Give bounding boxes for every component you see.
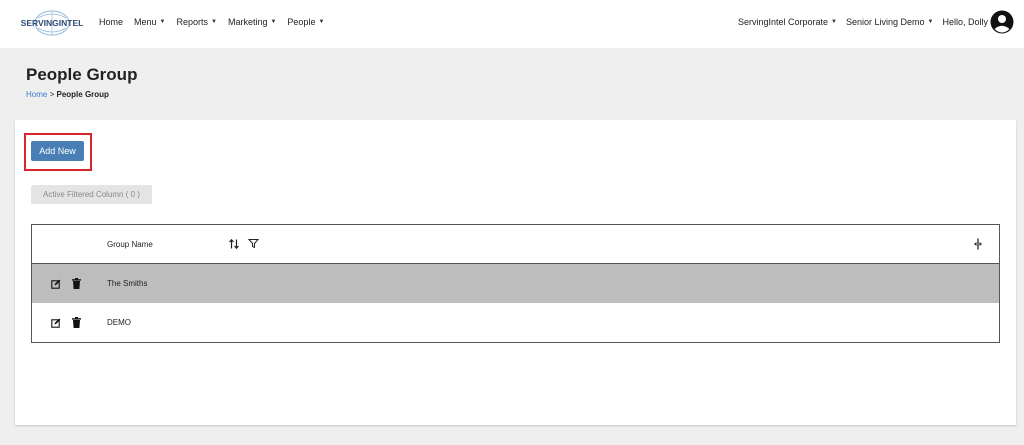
table-row[interactable]: The Smiths bbox=[32, 264, 999, 303]
nav-marketing[interactable]: Marketing ▼ bbox=[228, 17, 276, 27]
org-selector-label: ServingIntel Corporate bbox=[737, 17, 829, 27]
add-new-button[interactable]: Add New bbox=[31, 141, 84, 161]
nav-marketing-label: Marketing bbox=[227, 17, 268, 27]
chevron-down-icon: ▼ bbox=[211, 19, 217, 25]
column-header-group-name[interactable]: Group Name bbox=[107, 240, 153, 249]
column-resize-icon[interactable] bbox=[972, 238, 984, 250]
account-nav: ServingIntel Corporate ▼ Senior Living De… bbox=[738, 17, 988, 27]
sort-icon[interactable] bbox=[228, 238, 240, 250]
edit-icon[interactable] bbox=[51, 279, 61, 289]
chevron-down-icon: ▼ bbox=[927, 19, 934, 25]
filter-icon[interactable] bbox=[248, 238, 259, 249]
nav-home[interactable]: Home bbox=[99, 17, 123, 27]
grid-header: Group Name bbox=[32, 225, 999, 264]
breadcrumb-current: People Group bbox=[56, 90, 109, 99]
trash-icon[interactable] bbox=[72, 278, 81, 289]
page-title: People Group bbox=[26, 65, 138, 84]
group-name-cell: The Smiths bbox=[107, 279, 148, 288]
trash-icon[interactable] bbox=[72, 317, 81, 328]
org-selector[interactable]: ServingIntel Corporate ▼ bbox=[738, 17, 837, 27]
nav-reports[interactable]: Reports ▼ bbox=[176, 17, 216, 27]
site-selector[interactable]: Senior Living Demo ▼ bbox=[846, 17, 934, 27]
servingintel-logo[interactable]: SERVINGINTEL bbox=[12, 9, 92, 37]
active-filter-chip[interactable]: Active Filtered Column ( 0 ) bbox=[31, 185, 152, 204]
main-nav: Home Menu ▼ Reports ▼ Marketing ▼ People ▼ bbox=[99, 17, 324, 27]
breadcrumb: Home > People Group bbox=[26, 90, 137, 99]
nav-menu[interactable]: Menu ▼ bbox=[134, 17, 165, 27]
edit-icon[interactable] bbox=[51, 318, 61, 328]
site-selector-label: Senior Living Demo bbox=[845, 17, 925, 27]
nav-people-label: People bbox=[287, 17, 316, 27]
nav-menu-label: Menu bbox=[134, 17, 157, 27]
table-row[interactable]: DEMO bbox=[32, 303, 999, 342]
breadcrumb-separator: > bbox=[49, 90, 55, 99]
chevron-down-icon: ▼ bbox=[831, 19, 837, 25]
user-greeting[interactable]: Hello, Dolly bbox=[942, 17, 988, 27]
breadcrumb-home-link[interactable]: Home bbox=[26, 90, 47, 99]
nav-home-label: Home bbox=[99, 17, 124, 27]
chevron-down-icon: ▼ bbox=[159, 19, 166, 25]
logo-text: SERVINGINTEL bbox=[21, 18, 84, 28]
chevron-down-icon: ▼ bbox=[318, 19, 325, 25]
chevron-down-icon: ▼ bbox=[270, 19, 277, 25]
user-greeting-label: Hello, Dolly bbox=[942, 17, 988, 27]
nav-reports-label: Reports bbox=[176, 17, 208, 27]
page-header: People Group Home > People Group bbox=[26, 65, 137, 99]
nav-people[interactable]: People ▼ bbox=[287, 17, 324, 27]
people-group-grid: Group Name The Smiths DEMO bbox=[31, 224, 1000, 343]
top-navbar: SERVINGINTEL Home Menu ▼ Reports ▼ Marketi… bbox=[0, 0, 1024, 48]
user-avatar-icon[interactable] bbox=[990, 10, 1014, 34]
group-name-cell: DEMO bbox=[107, 318, 131, 327]
